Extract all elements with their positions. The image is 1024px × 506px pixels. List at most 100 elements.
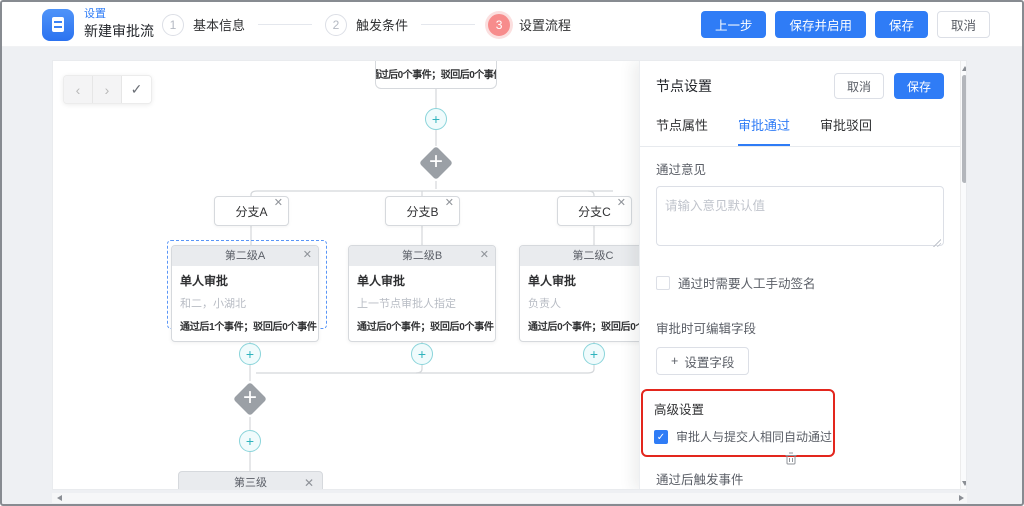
- panel-scrollbar[interactable]: [960, 61, 967, 490]
- add-node-button[interactable]: +: [411, 343, 433, 365]
- approval-type: 单人审批: [357, 272, 487, 289]
- scroll-right-arrow-icon[interactable]: [959, 495, 964, 501]
- step-basic-info[interactable]: 1 基本信息: [162, 14, 245, 36]
- auto-pass-row[interactable]: 审批人与提交人相同自动通过: [654, 428, 833, 445]
- set-fields-button[interactable]: + 设置字段: [656, 347, 749, 375]
- card-body: 单人审批 和二，小湖北 通过后1个事件；驳回后0个事件: [172, 266, 318, 341]
- approver-names: 上一节点审批人指定: [357, 295, 487, 311]
- close-icon[interactable]: ✕: [445, 198, 454, 209]
- plus-icon: +: [590, 346, 598, 362]
- branch-label: 分支B: [406, 203, 438, 220]
- manual-sign-row[interactable]: 通过时需要人工手动签名: [656, 273, 944, 292]
- panel-tabs: 节点属性 审批通过 审批驳回: [640, 107, 960, 147]
- add-node-button[interactable]: +: [583, 343, 605, 365]
- card-title: 第二级B: [402, 250, 442, 262]
- comment-input[interactable]: [656, 186, 944, 246]
- panel-save-button[interactable]: 保存: [894, 73, 944, 99]
- canvas-toolbar: ‹ › ✓: [63, 75, 152, 104]
- step-connector: [258, 24, 312, 25]
- add-node-button[interactable]: +: [239, 430, 261, 452]
- validate-button[interactable]: ✓: [122, 76, 151, 103]
- panel-cancel-button[interactable]: 取消: [834, 73, 884, 99]
- page-title: 新建审批流: [84, 23, 154, 40]
- button-label: 设置字段: [684, 352, 734, 371]
- add-node-button[interactable]: +: [425, 108, 447, 130]
- close-icon[interactable]: ✕: [303, 250, 312, 261]
- top-header: 设置 新建审批流 1 基本信息 2 触发条件 3 设置流程 上一步 保存并启用 …: [2, 2, 1022, 47]
- panel-header: 节点设置 取消 保存: [640, 61, 960, 107]
- approval-card-a-selected[interactable]: 第二级A ✕ 单人审批 和二，小湖北 通过后1个事件；驳回后0个事件: [171, 245, 319, 342]
- auto-pass-checkbox-checked[interactable]: [654, 430, 668, 444]
- wizard-stepper: 1 基本信息 2 触发条件 3 设置流程: [162, 2, 571, 47]
- close-icon[interactable]: ✕: [274, 198, 283, 209]
- card-title: 第二级A: [225, 250, 265, 262]
- tab-approval-reject[interactable]: 审批驳回: [820, 115, 872, 146]
- close-icon[interactable]: ✕: [480, 250, 489, 261]
- branch-node-c[interactable]: 分支C ✕: [557, 196, 632, 226]
- step-label: 触发条件: [356, 15, 408, 34]
- advanced-settings-label: 高级设置: [654, 399, 833, 418]
- save-and-enable-button[interactable]: 保存并启用: [775, 11, 866, 38]
- close-icon[interactable]: ✕: [617, 198, 626, 209]
- close-icon[interactable]: ✕: [304, 477, 314, 489]
- card-body: 单人审批 上一节点审批人指定 通过后0个事件；驳回后0个事件: [349, 266, 495, 341]
- node-title: 第三级: [234, 477, 267, 489]
- branch-gateway-top[interactable]: +: [419, 146, 453, 180]
- checkbox-label: 通过时需要人工手动签名: [678, 273, 816, 292]
- check-icon: ✓: [131, 81, 143, 98]
- step-label: 基本信息: [193, 15, 245, 34]
- tab-approval-pass[interactable]: 审批通过: [738, 115, 790, 146]
- checkbox-label: 审批人与提交人相同自动通过: [676, 428, 832, 445]
- card-header: 第二级B ✕: [349, 246, 495, 266]
- header-actions: 上一步 保存并启用 保存 取消: [701, 11, 990, 38]
- after-pass-events-label: 通过后触发事件: [656, 469, 944, 488]
- advanced-settings-annotation-box: 高级设置 审批人与提交人相同自动通过: [641, 389, 835, 457]
- approver-names: 和二，小湖北: [180, 295, 310, 311]
- plus-icon: +: [671, 354, 678, 368]
- app-window: 设置 新建审批流 1 基本信息 2 触发条件 3 设置流程 上一步 保存并启用 …: [0, 0, 1024, 506]
- breadcrumb: 设置: [84, 8, 154, 21]
- branch-label: 分支C: [578, 203, 611, 220]
- approval-card-b[interactable]: 第二级B ✕ 单人审批 上一节点审批人指定 通过后0个事件；驳回后0个事件: [348, 245, 496, 342]
- app-logo-icon: [42, 9, 74, 41]
- scroll-down-arrow-icon[interactable]: [962, 481, 967, 486]
- trash-icon[interactable]: [785, 452, 797, 465]
- step-trigger-condition[interactable]: 2 触发条件: [325, 14, 408, 36]
- add-node-button[interactable]: +: [239, 343, 261, 365]
- cancel-button[interactable]: 取消: [937, 11, 990, 38]
- panel-content: 节点设置 取消 保存 节点属性 审批通过 审批驳回 通过意见 通过时需要人工手动…: [640, 61, 960, 490]
- flow-node-level3[interactable]: 第三级 ✕: [178, 471, 323, 490]
- step-number: 3: [488, 14, 510, 36]
- flow-node-start[interactable]: 通过后0个事件；驳回后0个事件: [375, 60, 497, 89]
- plus-icon: +: [246, 433, 254, 449]
- step-number: 1: [162, 14, 184, 36]
- redo-button[interactable]: ›: [93, 76, 122, 103]
- event-summary: 通过后0个事件；驳回后0个事件: [357, 318, 487, 333]
- card-header: 第二级A ✕: [172, 246, 318, 266]
- step-number: 2: [325, 14, 347, 36]
- step-set-process-active[interactable]: 3 设置流程: [488, 14, 571, 36]
- branch-label: 分支A: [235, 203, 267, 220]
- plus-icon: +: [246, 346, 254, 362]
- branch-node-b[interactable]: 分支B ✕: [385, 196, 460, 226]
- branch-node-a[interactable]: 分支A ✕: [214, 196, 289, 226]
- plus-icon: +: [418, 346, 426, 362]
- prev-step-button[interactable]: 上一步: [701, 11, 767, 38]
- chevron-right-icon: ›: [105, 82, 110, 98]
- scroll-up-arrow-icon[interactable]: [962, 66, 967, 71]
- resize-grip-icon[interactable]: [933, 239, 941, 247]
- branch-gateway-bottom[interactable]: +: [233, 382, 267, 416]
- document-icon: [52, 17, 64, 32]
- flow-canvas[interactable]: ‹ › ✓ 通过后0个事件；驳回后0个事件 + + 分支A ✕ 分支B ✕ 分支…: [52, 60, 967, 490]
- card-title: 第二级C: [573, 250, 614, 262]
- panel-title: 节点设置: [656, 76, 834, 96]
- save-button[interactable]: 保存: [875, 11, 928, 38]
- horizontal-scrollbar[interactable]: [52, 493, 967, 503]
- plus-icon: +: [432, 111, 440, 127]
- scrollbar-thumb[interactable]: [962, 75, 967, 183]
- manual-sign-checkbox[interactable]: [656, 276, 670, 290]
- tab-node-properties[interactable]: 节点属性: [656, 115, 708, 146]
- step-connector: [421, 24, 475, 25]
- undo-button[interactable]: ‹: [64, 76, 93, 103]
- scroll-left-arrow-icon[interactable]: [57, 495, 62, 501]
